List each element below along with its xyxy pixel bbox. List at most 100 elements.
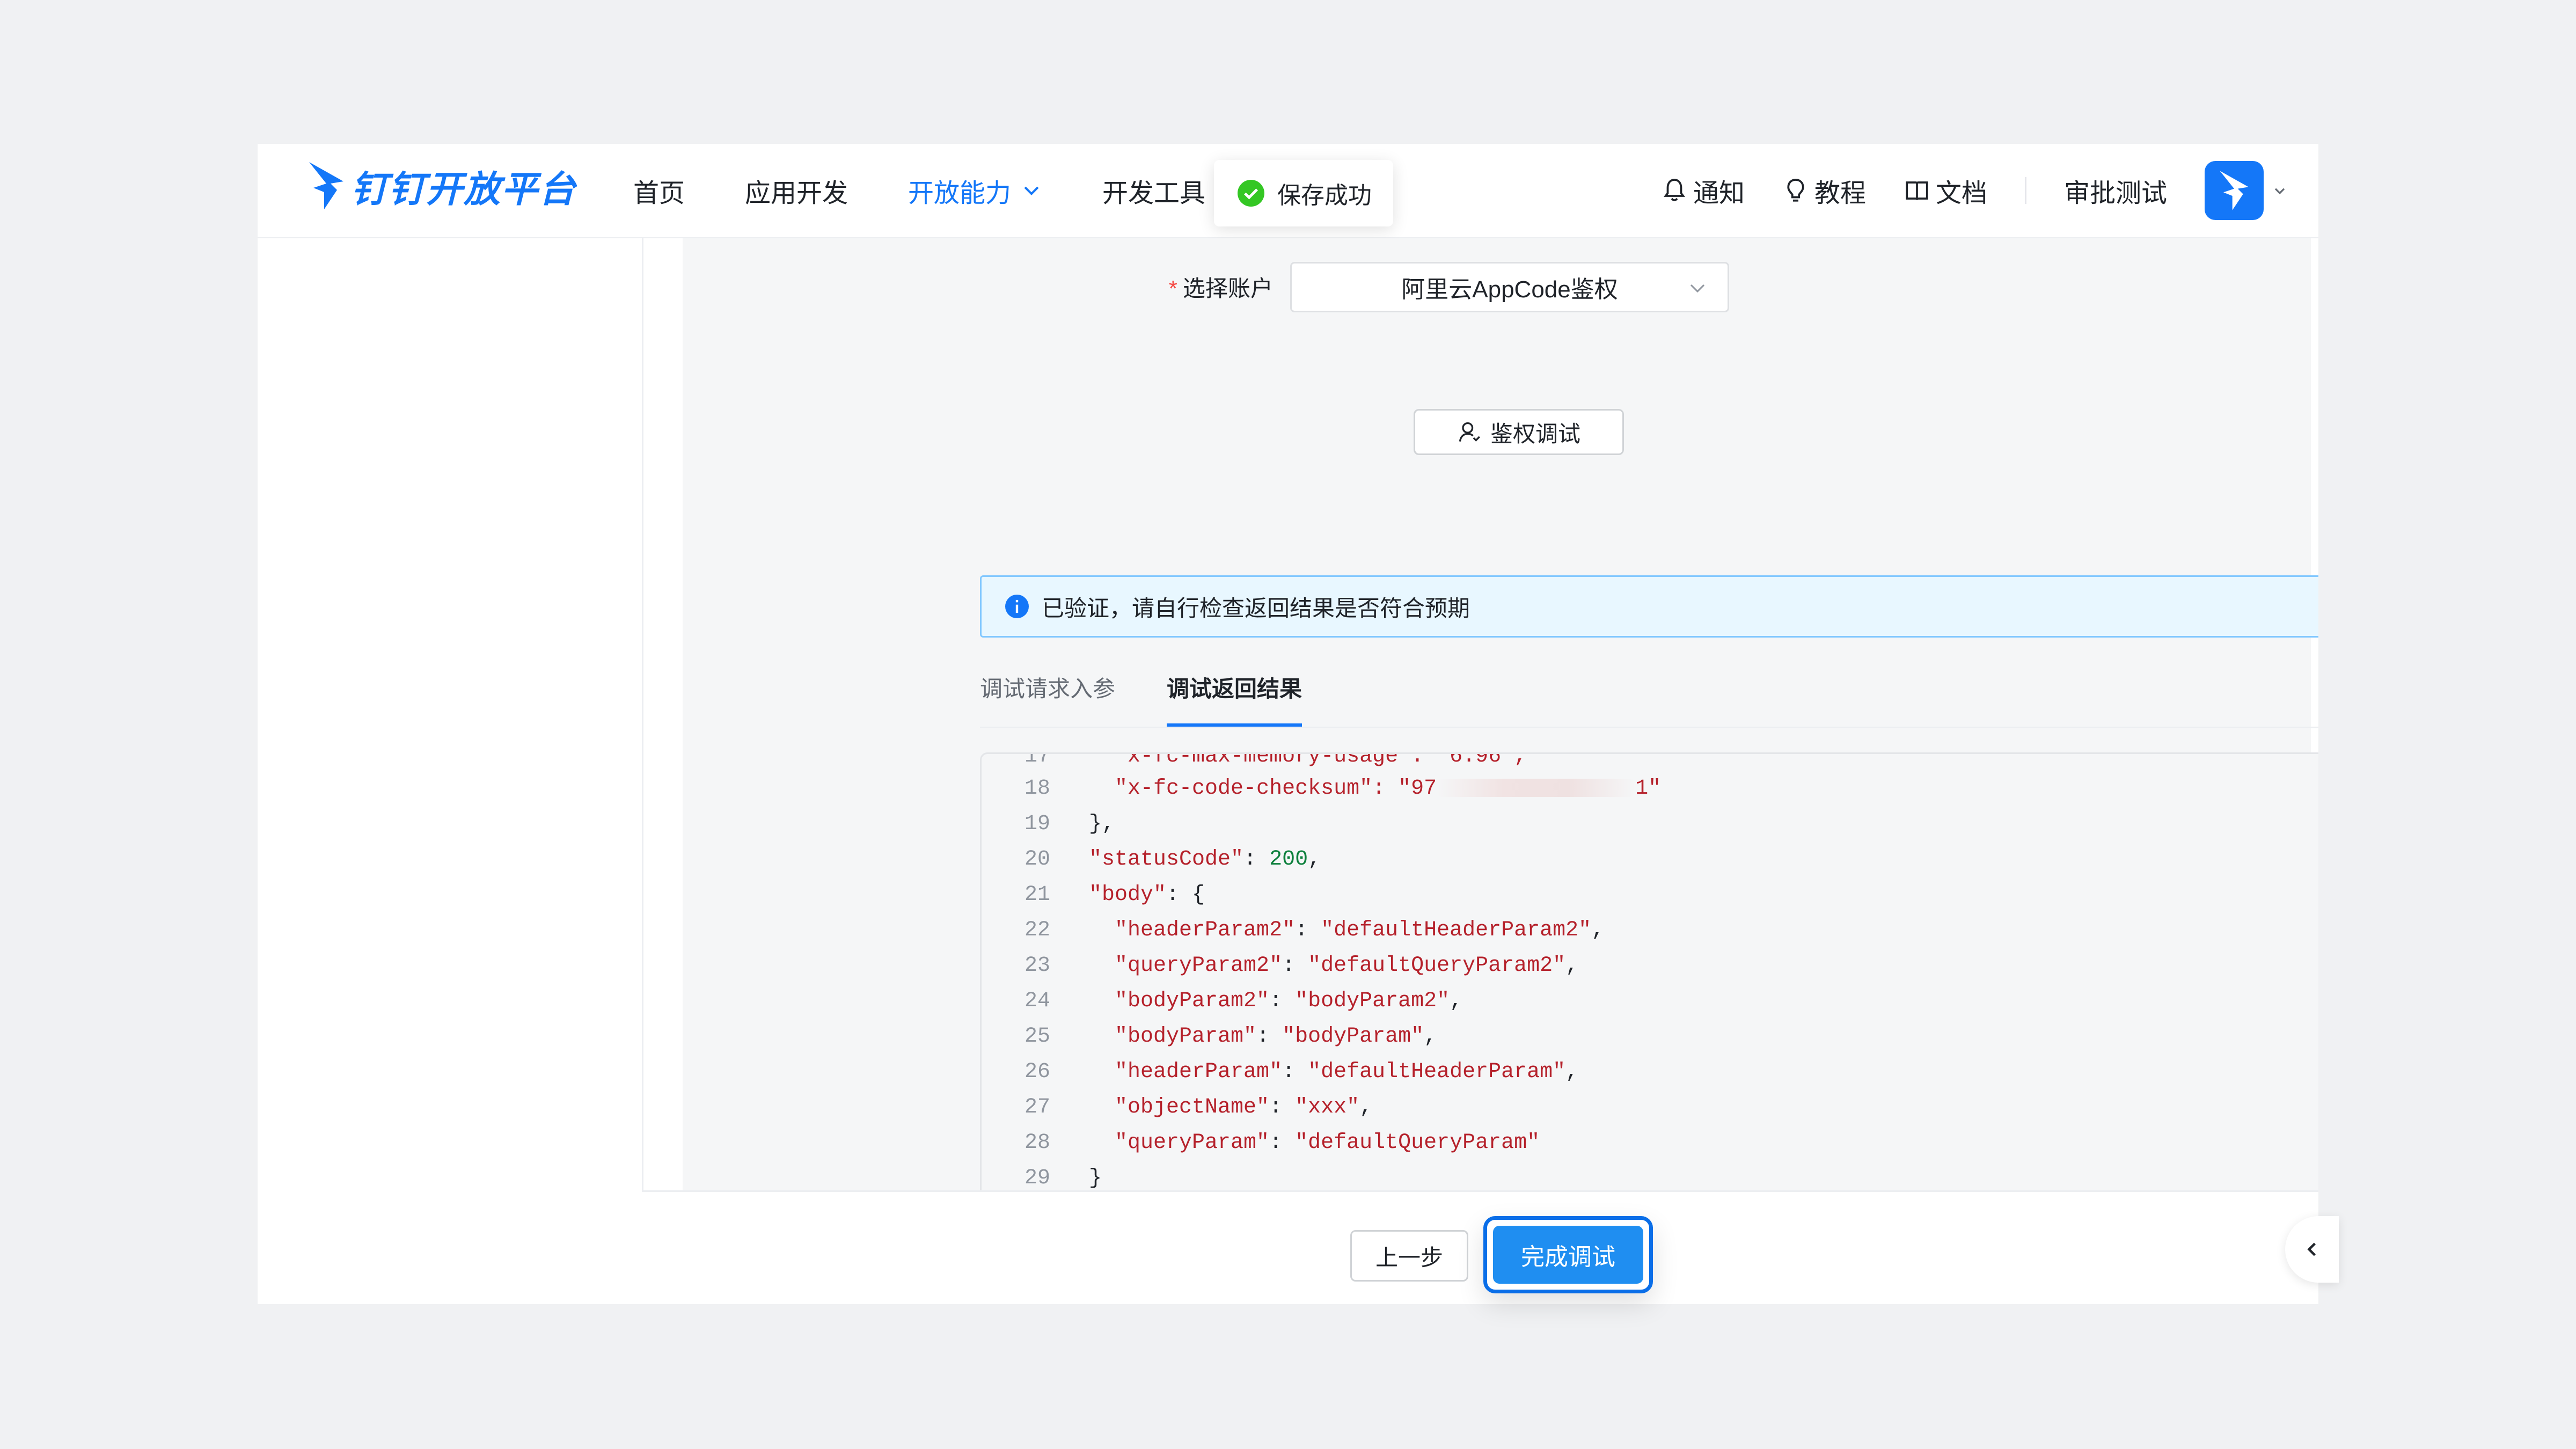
line-number: 27 [1024,1095,1050,1119]
line-number: 24 [1024,989,1050,1013]
code-punct: : [1269,989,1296,1013]
nav-item-app-dev[interactable]: 应用开发 [745,172,848,209]
code-text: "x-fc-code-checksum": "97 [1063,777,1437,801]
code-punct: , [1424,1024,1437,1049]
nav-item-open-capabilities[interactable]: 开放能力 [908,172,1042,209]
book-icon [1906,181,1928,200]
account-label: * 选择账户 [258,270,1273,303]
code-line: 27 "objectName": "xxx", [982,1090,1372,1125]
line-number: 18 [1024,777,1050,801]
code-punct: : [1243,847,1270,872]
bell-icon [1663,179,1685,201]
code-line: 28 "queryParam": "defaultQueryParam" [982,1125,1540,1161]
code-punct: : [1295,918,1321,942]
code-text: "x-fc-max-memory-usage": "6.96", [1063,752,1527,769]
info-icon [1005,595,1029,618]
code-key: "statusCode" [1063,847,1244,872]
toast-message: 保存成功 [1277,182,1372,209]
code-string: "bodyParam" [1282,1024,1424,1049]
code-string: "defaultQueryParam2" [1308,954,1566,978]
check-circle-icon [1238,180,1264,207]
chevron-down-icon [1690,284,1705,293]
code-line: 24 "bodyParam2": "bodyParam2", [982,984,1462,1019]
line-number: 23 [1024,954,1050,978]
code-line: 20 "statusCode": 200, [982,842,1321,877]
logo-text: 钉钉开放平台 [351,169,577,210]
line-number: 25 [1024,1024,1050,1049]
nav-item-home[interactable]: 首页 [633,172,685,209]
account-label-text: 选择账户 [1182,276,1273,301]
chevron-down-icon[interactable] [2271,182,2288,199]
notification-link[interactable]: 通知 [1661,172,1745,209]
required-mark: * [1168,276,1177,301]
prev-step-button[interactable]: 上一步 [1350,1230,1468,1282]
code-string: "defaultQueryParam" [1295,1131,1540,1155]
code-key: "bodyParam2" [1063,989,1270,1013]
code-text: 1" [1635,777,1662,801]
code-string: "defaultHeaderParam2" [1321,918,1592,942]
avatar[interactable] [2205,161,2264,220]
code-key: "bodyParam" [1063,1024,1257,1049]
code-line: 21 "body": { [982,877,1205,913]
tutorial-link[interactable]: 教程 [1782,172,1866,209]
chevron-down-icon [1024,186,1039,195]
nav-item-label: 应用开发 [745,179,848,208]
save-success-toast: 保存成功 [1214,160,1393,226]
auth-test-button[interactable]: 鉴权调试 [1414,409,1624,455]
code-punct: , [1591,918,1605,942]
code-line: 25 "bodyParam": "bodyParam", [982,1019,1437,1055]
nav-divider [2024,177,2026,204]
line-number: 22 [1024,918,1050,942]
footer-bar [642,1190,2318,1304]
dingtalk-logo-icon [309,162,343,209]
code-line: 22 "headerParam2": "defaultHeaderParam2"… [982,913,1604,948]
code-text: }, [1063,812,1115,836]
account-select[interactable]: 阿里云AppCode鉴权 [1290,262,1729,312]
auth-test-label: 鉴权调试 [1490,421,1580,447]
code-line: 19 }, [982,807,1115,842]
line-number: 20 [1024,847,1050,872]
finish-debug-button[interactable]: 完成调试 [1493,1226,1643,1284]
prev-step-label: 上一步 [1375,1245,1443,1270]
code-punct: : [1256,1024,1283,1049]
line-number: 28 [1024,1131,1050,1155]
code-key: "headerParam" [1063,1060,1283,1084]
nav-item-dev-tools[interactable]: 开发工具 [1102,172,1205,209]
code-string: "defaultHeaderParam" [1308,1060,1566,1084]
code-punct: : [1269,1131,1296,1155]
code-key: "objectName" [1063,1095,1270,1119]
user-icon [1459,422,1480,442]
sidebar [258,238,643,1304]
code-punct: , [1308,847,1321,872]
dingtalk-avatar-icon [2220,171,2249,210]
code-number: 200 [1269,847,1308,872]
code-key: "queryParam2" [1063,954,1283,978]
result-tabs: 调试请求入参 调试返回结果 [980,668,2318,728]
docs-link[interactable]: 文档 [1904,172,1987,209]
code-punct: , [1359,1095,1373,1119]
bulb-icon [1787,179,1804,202]
code-punct: , [1565,954,1579,978]
code-punct: : [1282,954,1308,978]
response-code-viewer[interactable]: 17 "x-fc-max-memory-usage": "6.96", 18 "… [980,752,2318,1238]
approval-test-org[interactable]: 审批测试 [2064,172,2167,209]
finish-debug-label: 完成调试 [1521,1244,1615,1270]
code-line: 23 "queryParam2": "defaultQueryParam2", [982,948,1578,984]
line-number: 26 [1024,1060,1050,1084]
nav-item-label: 开放能力 [908,179,1012,208]
logo[interactable]: 钉钉开放平台 [307,158,576,214]
tab-response-result[interactable]: 调试返回结果 [1167,668,1302,727]
main-nav: 首页 应用开发 开放能力 开发工具 [633,144,1265,237]
account-select-value: 阿里云AppCode鉴权 [1401,276,1618,303]
code-punct: : [1282,1060,1308,1084]
code-punct: , [1450,989,1463,1013]
code-key: "headerParam2" [1063,918,1296,942]
right-nav: 通知 教程 文档 审批测试 [1661,144,2318,237]
alert-message: 已验证，请自行检查返回结果是否符合预期 [1042,595,1470,621]
code-key: "queryParam" [1063,1131,1270,1155]
line-number: 21 [1024,883,1050,907]
top-header: 钉钉开放平台 首页 应用开发 开放能力 开发工具 保存成功 通知 教程 文档 审… [258,144,2318,238]
tab-request-params[interactable]: 调试请求入参 [980,668,1115,723]
nav-item-label: 开发工具 [1102,179,1206,208]
docs-label: 文档 [1935,179,1987,208]
